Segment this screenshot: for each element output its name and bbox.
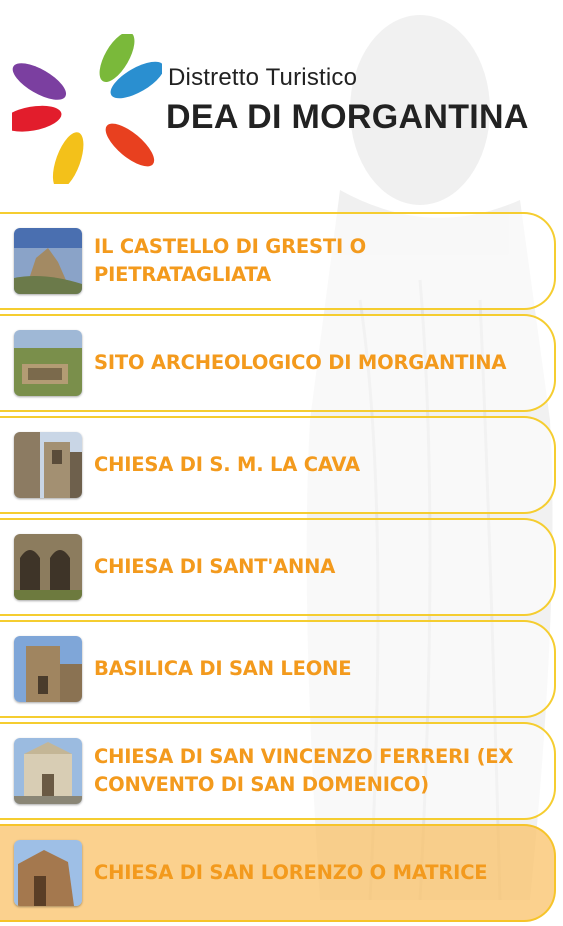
list-item-label: SITO ARCHEOLOGICO DI MORGANTINA (94, 351, 507, 374)
matrice-photo-icon (14, 840, 82, 906)
list-item-chiesa-san-lorenzo[interactable]: CHIESA DI SAN LORENZO O MATRICE (0, 824, 556, 922)
app-header: Distretto Turistico DEA DI MORGANTINA (0, 0, 563, 210)
castle-photo-icon (14, 228, 82, 294)
arches-photo-icon (14, 534, 82, 600)
church-street-photo-icon (14, 432, 82, 498)
list-item-label: IL CASTELLO DI GRESTI O PIETRATAGLIATA (94, 235, 366, 286)
list-item-label: CHIESA DI SAN VINCENZO FERRERI (EX CONVE… (94, 745, 514, 796)
list-item-label: CHIESA DI S. M. LA CAVA (94, 453, 360, 476)
convent-photo-icon (14, 738, 82, 804)
list-item-label: CHIESA DI SAN LORENZO O MATRICE (94, 861, 488, 884)
list-item-sito-morgantina[interactable]: SITO ARCHEOLOGICO DI MORGANTINA (0, 314, 556, 412)
list-item-chiesa-san-vincenzo[interactable]: CHIESA DI SAN VINCENZO FERRERI (EX CONVE… (0, 722, 556, 820)
list-item-chiesa-la-cava[interactable]: CHIESA DI S. M. LA CAVA (0, 416, 556, 514)
logo-title-line1: Distretto Turistico (168, 64, 358, 91)
ruins-photo-icon (14, 330, 82, 396)
list-item-label: BASILICA DI SAN LEONE (94, 657, 352, 680)
list-item-basilica-san-leone[interactable]: BASILICA DI SAN LEONE (0, 620, 556, 718)
logo-title-line2: DEA DI MORGANTINA (166, 98, 529, 136)
sites-list: IL CASTELLO DI GRESTI O PIETRATAGLIATA S… (0, 212, 563, 926)
wheat-wreath-logo-icon (12, 34, 162, 184)
list-item-label: CHIESA DI SANT'ANNA (94, 555, 336, 578)
list-item-castello-gresti[interactable]: IL CASTELLO DI GRESTI O PIETRATAGLIATA (0, 212, 556, 310)
basilica-photo-icon (14, 636, 82, 702)
list-item-chiesa-santanna[interactable]: CHIESA DI SANT'ANNA (0, 518, 556, 616)
